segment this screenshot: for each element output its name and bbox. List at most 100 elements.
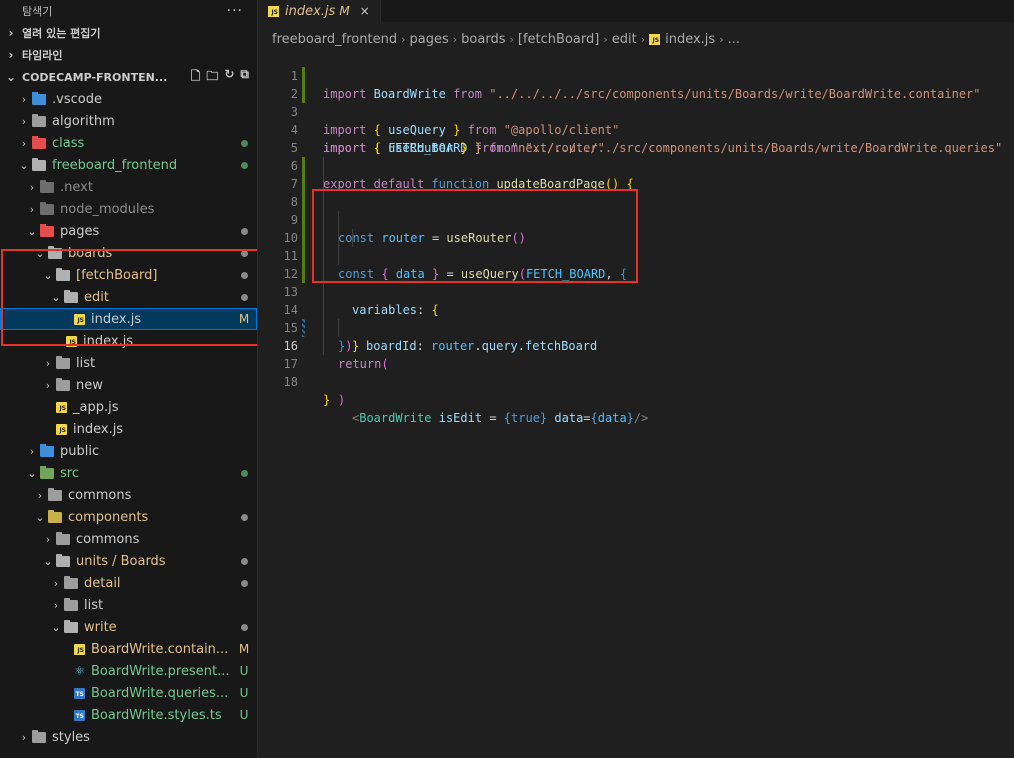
- js-file-icon: JS: [66, 335, 77, 347]
- code-line: 1 import BoardWrite from "../../../../sr…: [258, 49, 1014, 101]
- folder-open-icon: [48, 245, 62, 259]
- project-section[interactable]: ⌄ CODECAMP-FRONTEN... 🗋 🗀 ↻ ⧉: [0, 66, 257, 88]
- js-file-icon: JS: [649, 33, 661, 45]
- tree-item-styles[interactable]: › styles: [0, 726, 257, 748]
- chevron-right-icon: ›: [21, 136, 27, 150]
- git-status-badge: U: [239, 664, 249, 678]
- tree-item-edit[interactable]: ⌄ edit: [0, 286, 257, 308]
- tree-item-detail[interactable]: › detail: [0, 572, 257, 594]
- timeline-section[interactable]: › 타임라인: [0, 44, 257, 66]
- tree-item-label: detail: [84, 575, 121, 591]
- tree-item-label: pages: [60, 223, 100, 239]
- code-line: 15 return(: [258, 301, 1014, 371]
- tree-item-new[interactable]: › new: [0, 374, 257, 396]
- tree-item-components[interactable]: ⌄ components: [0, 506, 257, 528]
- git-status-dot: [231, 513, 257, 521]
- node-modules-folder-icon: [40, 201, 54, 215]
- tree-item-label: BoardWrite.styles.ts: [91, 707, 222, 723]
- tree-item-list[interactable]: › list: [0, 352, 257, 374]
- breadcrumb-item[interactable]: boards: [461, 32, 505, 47]
- chevron-down-icon: ⌄: [35, 510, 45, 524]
- git-added-marker: [302, 85, 305, 103]
- chevron-right-icon: ›: [21, 730, 27, 744]
- breadcrumb-item[interactable]: pages: [410, 32, 449, 47]
- chevron-right-icon: ›: [8, 48, 14, 62]
- tree-item-write[interactable]: ⌄ write: [0, 616, 257, 638]
- breadcrumb-item[interactable]: [fetchBoard]: [518, 32, 599, 47]
- code-line: 7 const router = useRouter(): [258, 157, 1014, 245]
- code-line: 14: [258, 283, 1014, 317]
- tree-item-label: freeboard_frontend: [52, 157, 178, 173]
- tab-modified-badge: M: [339, 4, 350, 18]
- tree-item-fetchboard-index-js[interactable]: JS index.js: [0, 330, 257, 352]
- breadcrumb-item[interactable]: edit: [612, 32, 637, 47]
- tree-item-node-modules[interactable]: › node_modules: [0, 198, 257, 220]
- tree-item-label: boards: [68, 245, 113, 261]
- open-editors-section[interactable]: › 열려 있는 편집기: [0, 22, 257, 44]
- class-folder-icon: [32, 135, 46, 149]
- tree-item-label: .vscode: [52, 91, 102, 107]
- chevron-down-icon: ⌄: [43, 554, 53, 568]
- tree-item-vscode[interactable]: › .vscode: [0, 88, 257, 110]
- git-status-badge: U: [239, 686, 249, 700]
- code-line: 2 import { useQuery } from "@apollo/clie…: [258, 67, 1014, 137]
- breadcrumb-item[interactable]: index.js: [665, 32, 715, 47]
- react-file-icon: ⚛: [74, 663, 85, 678]
- folder-open-icon: [64, 619, 78, 633]
- file-tree: › .vscode › algorithm › class ⌄ freeboar…: [0, 88, 257, 748]
- tree-item-next[interactable]: › .next: [0, 176, 257, 198]
- breadcrumb-item[interactable]: ...: [728, 32, 740, 47]
- project-title: CODECAMP-FRONTEN...: [22, 70, 168, 84]
- code-line: 17 ): [258, 337, 1014, 407]
- chevron-right-icon: ›: [452, 32, 458, 46]
- chevron-right-icon: ›: [53, 598, 59, 612]
- tree-item-class[interactable]: › class: [0, 132, 257, 154]
- tree-item-src[interactable]: ⌄ src: [0, 462, 257, 484]
- more-actions-icon[interactable]: ···: [227, 3, 243, 19]
- git-added-marker: [302, 157, 305, 175]
- breadcrumb-item[interactable]: freeboard_frontend: [272, 32, 397, 47]
- tree-item-units-boards[interactable]: ⌄ units / Boards: [0, 550, 257, 572]
- tree-item-boardwrite-styles[interactable]: TS BoardWrite.styles.ts U: [0, 704, 257, 726]
- chevron-right-icon: ›: [21, 92, 27, 106]
- chevron-right-icon: ›: [509, 32, 514, 46]
- tree-item-public[interactable]: › public: [0, 440, 257, 462]
- tree-item-components-commons[interactable]: › commons: [0, 528, 257, 550]
- collapse-all-icon[interactable]: ⧉: [240, 67, 249, 88]
- refresh-icon[interactable]: ↻: [224, 67, 234, 88]
- js-file-icon: JS: [74, 643, 85, 655]
- tree-item-boardwrite-queries[interactable]: TS BoardWrite.queries... U: [0, 682, 257, 704]
- chevron-right-icon: ›: [29, 180, 35, 194]
- git-status-dot: [231, 579, 257, 587]
- chevron-right-icon: ›: [640, 32, 646, 46]
- explorer-sidebar: 탐색기 ··· › 열려 있는 편집기 › 타임라인 ⌄ CODECAMP-FR…: [0, 0, 257, 758]
- tree-item-boards[interactable]: ⌄ boards: [0, 242, 257, 264]
- tree-item-label: commons: [68, 487, 132, 503]
- new-file-icon[interactable]: 🗋: [191, 67, 201, 88]
- tree-item-pages[interactable]: ⌄ pages: [0, 220, 257, 242]
- folder-icon: [32, 113, 46, 127]
- chevron-down-icon: ⌄: [35, 246, 45, 260]
- public-folder-icon: [40, 443, 54, 457]
- close-icon[interactable]: ×: [360, 4, 370, 18]
- tree-item-pages-index-js[interactable]: JS index.js: [0, 418, 257, 440]
- tree-item-freeboard-frontend[interactable]: ⌄ freeboard_frontend: [0, 154, 257, 176]
- git-added-marker: [302, 175, 305, 193]
- git-added-marker: [302, 67, 305, 85]
- tree-item-boardwrite-container[interactable]: JS BoardWrite.contain... M: [0, 638, 257, 660]
- js-file-icon: JS: [74, 313, 85, 325]
- code-view[interactable]: 1 import BoardWrite from "../../../../sr…: [258, 49, 1014, 425]
- tree-item-app-js[interactable]: JS _app.js: [0, 396, 257, 418]
- chevron-right-icon: ›: [21, 114, 27, 128]
- tree-item-label: _app.js: [73, 399, 119, 415]
- components-folder-icon: [48, 509, 62, 523]
- tab-index-js[interactable]: JS index.js M ×: [258, 0, 381, 22]
- tree-item-units-list[interactable]: › list: [0, 594, 257, 616]
- folder-open-icon: [32, 157, 46, 171]
- tree-item-algorithm[interactable]: › algorithm: [0, 110, 257, 132]
- new-folder-icon[interactable]: 🗀: [206, 67, 218, 88]
- tree-item-fetchboard[interactable]: ⌄ [fetchBoard]: [0, 264, 257, 286]
- tree-item-edit-index-js[interactable]: JS index.js M: [0, 308, 257, 330]
- tree-item-src-commons[interactable]: › commons: [0, 484, 257, 506]
- tree-item-boardwrite-presenter[interactable]: ⚛ BoardWrite.present... U: [0, 660, 257, 682]
